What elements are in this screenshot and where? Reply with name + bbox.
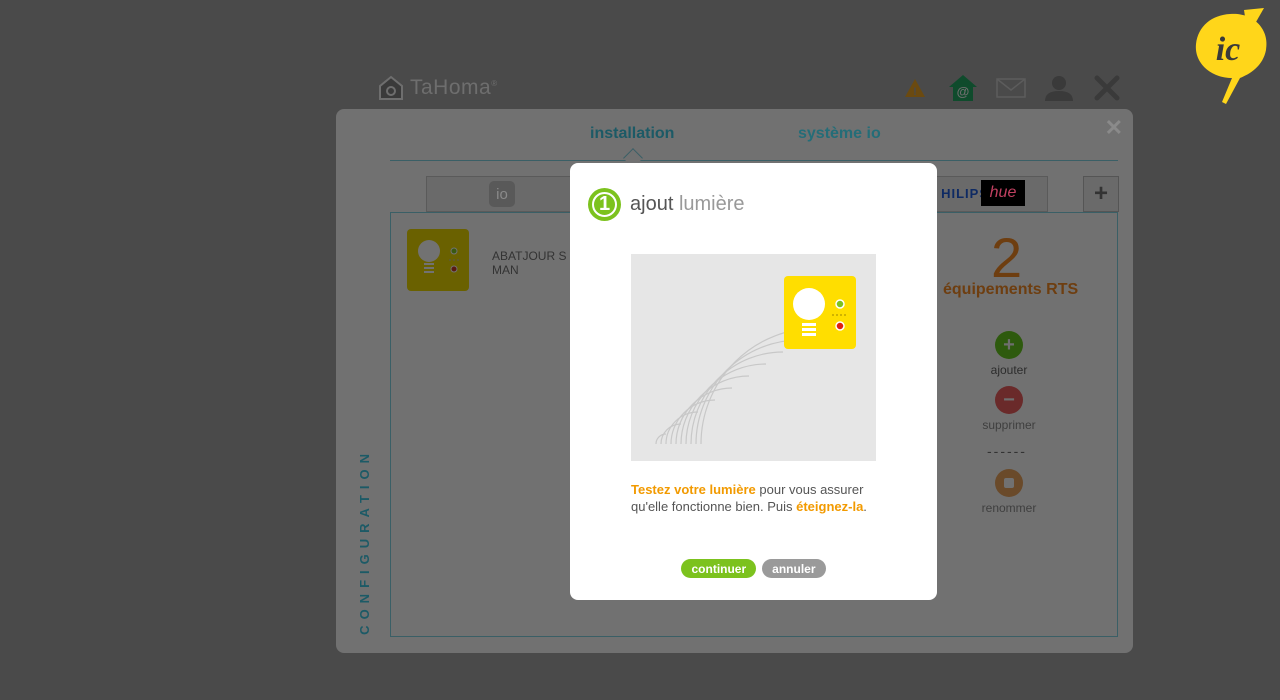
device-lamp-tile[interactable] bbox=[407, 229, 469, 291]
hue-protocol-tab[interactable]: hue bbox=[981, 180, 1025, 206]
configuration-side-label: CONFIGURATION bbox=[356, 448, 372, 635]
rename-icon bbox=[995, 469, 1023, 497]
tab-systeme-io[interactable]: système io bbox=[798, 125, 881, 143]
add-light-dialog: 1 ajout lumière Testez votre lumière pou… bbox=[570, 163, 937, 600]
signal-waves-illustration bbox=[655, 276, 856, 445]
minus-icon: − bbox=[995, 386, 1023, 414]
step-number-badge: 1 bbox=[588, 188, 621, 221]
rename-device-button[interactable]: renommer bbox=[981, 469, 1037, 515]
plus-icon: + bbox=[995, 331, 1023, 359]
remove-device-button[interactable]: − supprimer bbox=[981, 386, 1037, 432]
svg-text:@: @ bbox=[957, 84, 970, 99]
lamp-icon bbox=[418, 240, 459, 273]
main-tabs: installation système io bbox=[390, 125, 1118, 168]
house-logo-icon bbox=[379, 75, 403, 100]
svg-text:ic: ic bbox=[1216, 31, 1241, 68]
home-at-icon[interactable]: @ bbox=[947, 72, 979, 104]
alert-icon[interactable]: ! bbox=[899, 72, 931, 104]
action-divider: ------ bbox=[987, 443, 1027, 459]
continue-button[interactable]: continuer bbox=[681, 559, 757, 578]
close-icon[interactable] bbox=[1091, 72, 1123, 104]
top-bar: TaHoma® ! @ bbox=[378, 72, 1123, 104]
cancel-button[interactable]: annuler bbox=[762, 559, 826, 578]
io-protocol-tab[interactable]: io bbox=[489, 181, 515, 207]
ic-logo: ic bbox=[1195, 8, 1267, 105]
user-icon[interactable] bbox=[1043, 72, 1075, 104]
rts-count-label: équipements RTS bbox=[943, 281, 1079, 298]
add-device-button[interactable]: + ajouter bbox=[981, 331, 1037, 377]
add-protocol-button[interactable]: + bbox=[1083, 176, 1119, 212]
brand-name: TaHoma® bbox=[410, 76, 498, 99]
light-test-illustration bbox=[631, 254, 876, 461]
brand: TaHoma® bbox=[378, 75, 498, 101]
svg-text:!: ! bbox=[913, 86, 917, 98]
dialog-instructions: Testez votre lumière pour vous assurer q… bbox=[631, 482, 867, 514]
device-name: ABATJOUR S MAN bbox=[492, 249, 567, 277]
tab-installation[interactable]: installation bbox=[590, 125, 674, 143]
dialog-title: ajout lumière bbox=[630, 193, 745, 215]
mail-icon[interactable] bbox=[995, 72, 1027, 104]
